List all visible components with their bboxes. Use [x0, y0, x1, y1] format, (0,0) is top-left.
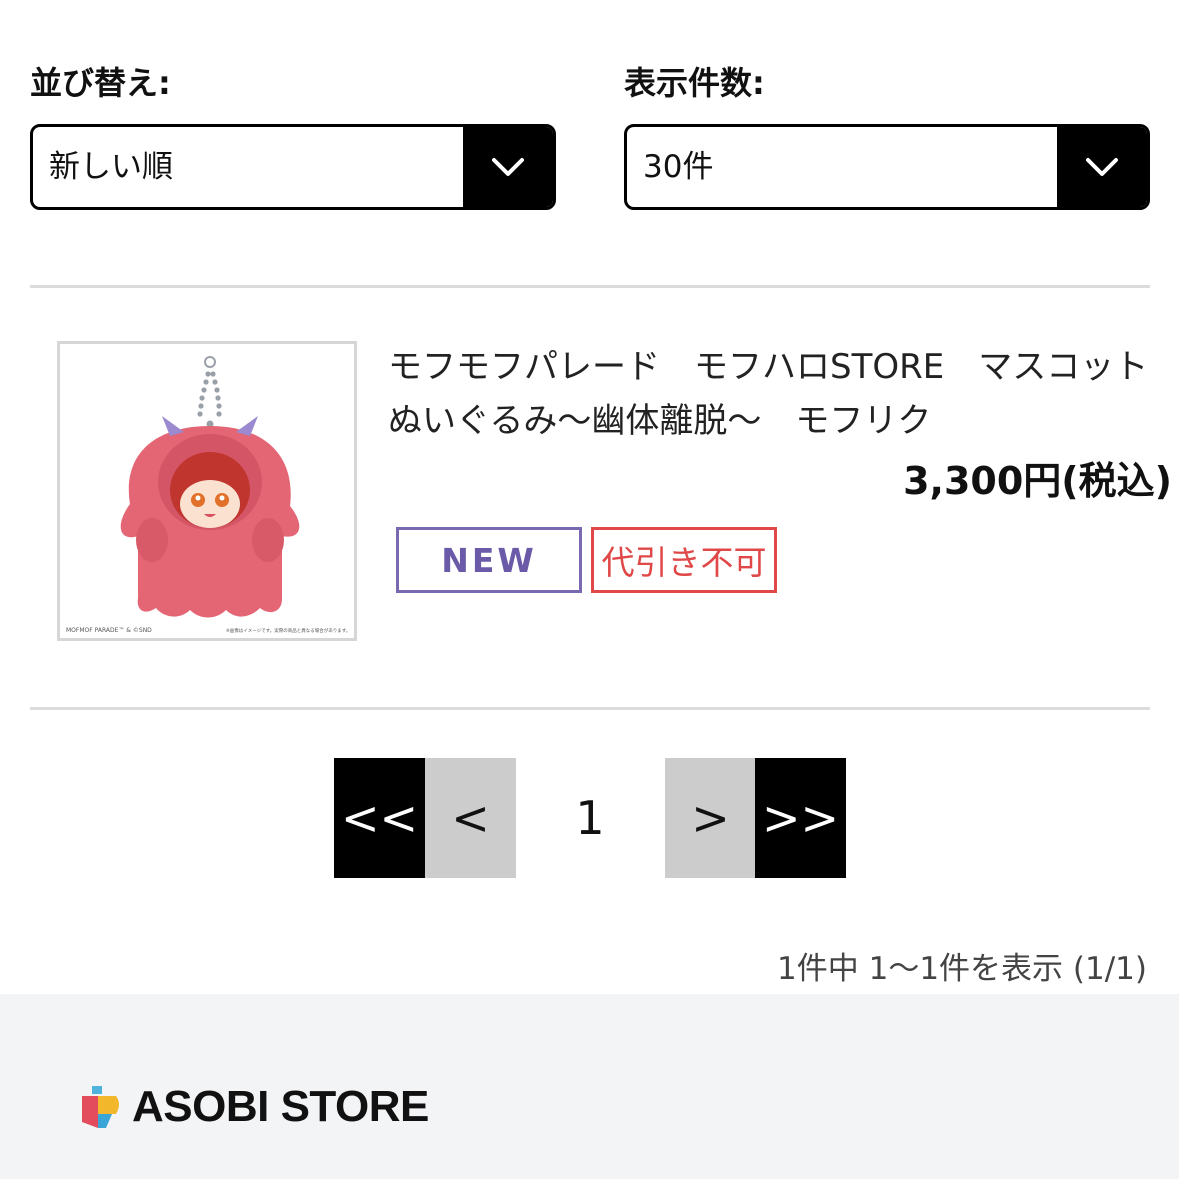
- sort-select[interactable]: 新しい順: [30, 124, 556, 210]
- chevron-down-icon[interactable]: [463, 127, 553, 207]
- result-count: 1件中 1〜1件を表示 (1/1): [777, 951, 1147, 987]
- product-price: 3,300円(税込): [903, 459, 1172, 503]
- chevron-down-icon[interactable]: [1057, 127, 1147, 207]
- per-page-selected-value: 30件: [643, 149, 714, 185]
- per-page-label: 表示件数:: [624, 64, 765, 102]
- new-badge: NEW: [396, 527, 582, 593]
- product-image[interactable]: MOFMOF PARADE™ & ©SND ※画像はイメージです。実際の商品と異…: [57, 341, 357, 641]
- brand-name: ASOBI STORE: [132, 1082, 429, 1131]
- first-page-button[interactable]: <<: [334, 758, 425, 878]
- image-caption-left: MOFMOF PARADE™ & ©SND: [66, 627, 152, 634]
- last-page-button[interactable]: >>: [755, 758, 846, 878]
- next-page-button[interactable]: >: [665, 758, 756, 878]
- per-page-select[interactable]: 30件: [624, 124, 1150, 210]
- brand-logo[interactable]: ASOBI STORE: [78, 1082, 429, 1132]
- plush-mascot-image: MOFMOF PARADE™ & ©SND ※画像はイメージです。実際の商品と異…: [66, 356, 350, 634]
- cod-unavailable-badge: 代引き不可: [591, 527, 777, 593]
- divider: [30, 707, 1150, 710]
- image-caption-right: ※画像はイメージです。実際の商品と異なる場合があります。: [226, 627, 350, 634]
- divider: [30, 285, 1150, 288]
- sort-selected-value: 新しい順: [49, 149, 173, 185]
- product-title[interactable]: モフモフパレード モフハロSTORE マスコットぬいぐるみ〜幽体離脱〜 モフリク: [388, 340, 1168, 448]
- prev-page-button[interactable]: <: [425, 758, 516, 878]
- sort-label: 並び替え:: [30, 64, 171, 102]
- asobi-logo-icon: [82, 1086, 119, 1128]
- current-page: 1: [575, 791, 605, 845]
